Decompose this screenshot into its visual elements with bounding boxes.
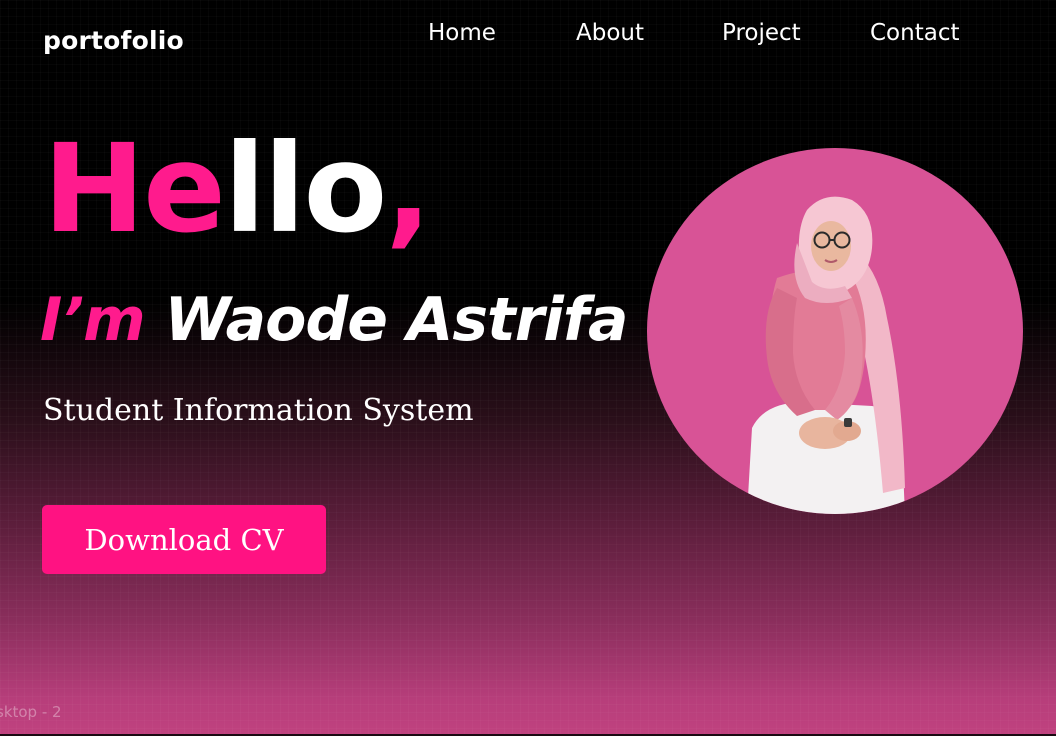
greeting-highlight: He [43,118,226,260]
frame-label: sktop - 2 [0,703,62,721]
download-cv-button[interactable]: Download CV [42,505,326,574]
intro-prefix: I’m [40,285,146,355]
greeting-rest: llo [223,118,387,260]
greeting-comma: , [385,118,431,260]
profile-figure-illustration [747,196,905,514]
nav-contact-link[interactable]: Contact [870,20,959,46]
nav-project-link[interactable]: Project [722,20,801,46]
hero-greeting: Hello, [43,128,432,250]
nav-home-link[interactable]: Home [428,20,496,46]
hero-role: Student Information System [43,393,474,428]
nav-about-link[interactable]: About [576,20,644,46]
profile-photo [647,148,1023,514]
owner-name: Waode Astrifa S [164,285,691,355]
brand-logo[interactable]: portofolio [43,26,184,55]
hero-intro: I’m Waode Astrifa S. [40,290,712,350]
portfolio-page: portofolio Home About Project Contact He… [0,0,1056,736]
